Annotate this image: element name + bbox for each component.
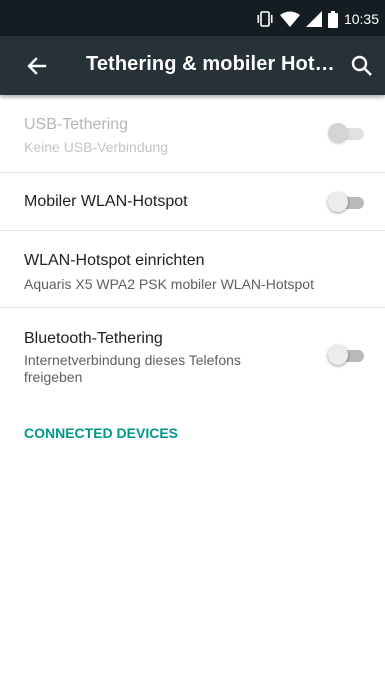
status-bar: 10:35 <box>0 0 385 36</box>
switch-thumb <box>328 123 348 143</box>
wifi-icon <box>279 11 300 27</box>
vibrate-icon <box>256 11 274 27</box>
search-icon[interactable] <box>349 53 375 79</box>
setting-title: WLAN-Hotspot einrichten <box>24 252 205 269</box>
status-icons: 10:35 <box>256 10 379 28</box>
setting-title: Mobiler WLAN-Hotspot <box>24 193 188 210</box>
mobile-hotspot-switch[interactable] <box>328 192 364 212</box>
setting-bluetooth-tethering[interactable]: Bluetooth-Tethering Internetverbindung d… <box>0 308 385 406</box>
app-bar: Tethering & mobiler Hot… <box>0 36 385 95</box>
usb-tethering-switch[interactable] <box>328 123 364 143</box>
bluetooth-tethering-switch[interactable] <box>328 345 364 365</box>
status-time: 10:35 <box>343 11 379 27</box>
setting-mobile-hotspot[interactable]: Mobiler WLAN-Hotspot <box>0 173 385 231</box>
arrow-back-icon[interactable] <box>23 52 51 80</box>
connected-devices-header: CONNECTED DEVICES <box>24 425 179 441</box>
cell-signal-icon <box>305 11 322 27</box>
battery-icon <box>327 10 338 28</box>
setting-usb-tethering[interactable]: USB-Tethering Keine USB-Verbindung <box>0 96 385 173</box>
switch-thumb <box>328 192 348 212</box>
setting-hotspot-setup[interactable]: WLAN-Hotspot einrichten Aquaris X5 WPA2 … <box>0 231 385 308</box>
page-title: Tethering & mobiler Hot… <box>86 53 335 75</box>
setting-title: USB-Tethering <box>24 116 129 133</box>
setting-summary: Keine USB-Verbindung <box>24 139 168 155</box>
setting-summary: Aquaris X5 WPA2 PSK mobiler WLAN-Hotspot <box>24 276 314 292</box>
setting-summary: Internetverbindung dieses Telefons freig… <box>24 352 241 385</box>
setting-title: Bluetooth-Tethering <box>24 330 163 347</box>
settings-list: USB-Tethering Keine USB-Verbindung Mobil… <box>0 96 385 406</box>
switch-thumb <box>328 345 348 365</box>
